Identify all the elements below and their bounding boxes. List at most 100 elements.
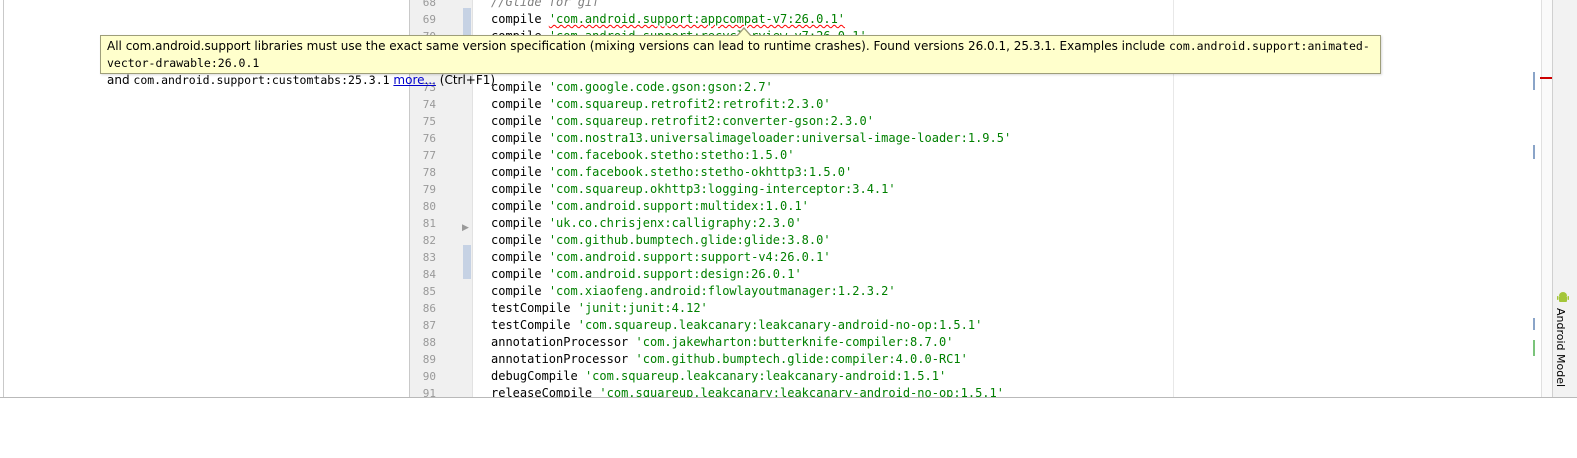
code-line[interactable]: releaseCompile 'com.squareup.leakcanary:… <box>491 385 1540 397</box>
code-keyword: testCompile <box>491 318 571 332</box>
scroll-marker[interactable] <box>1533 72 1535 90</box>
code-keyword: compile <box>491 165 542 179</box>
code-keyword: annotationProcessor <box>491 352 629 366</box>
code-line[interactable]: annotationProcessor 'com.github.bumptech… <box>491 351 1540 368</box>
code-string: 'com.squareup.retrofit2:retrofit:2.3.0' <box>548 97 831 111</box>
code-keyword: compile <box>491 97 542 111</box>
scroll-marker[interactable] <box>1533 145 1535 159</box>
code-string: 'com.xiaofeng.android:flowlayoutmanager:… <box>548 284 896 298</box>
code-string: 'com.squareup.leakcanary:leakcanary-andr… <box>584 369 947 383</box>
code-line[interactable]: compile 'com.facebook.stetho:stetho-okht… <box>491 164 1540 181</box>
line-number: 69 <box>422 13 436 26</box>
code-keyword: compile <box>491 148 542 162</box>
code-comment: //Glide for gif <box>491 0 600 9</box>
vcs-change-marker[interactable] <box>463 245 471 279</box>
code-keyword: compile <box>491 80 542 94</box>
code-string: 'com.squareup.leakcanary:leakcanary-andr… <box>577 318 983 332</box>
code-line[interactable]: compile 'com.squareup.okhttp3:logging-in… <box>491 181 1540 198</box>
code-string: 'junit:junit:4.12' <box>577 301 708 315</box>
code-keyword: compile <box>491 12 542 26</box>
code-keyword: compile <box>491 182 542 196</box>
code-line[interactable]: compile 'com.xiaofeng.android:flowlayout… <box>491 283 1540 300</box>
code-string: 'com.squareup.okhttp3:logging-intercepto… <box>548 182 896 196</box>
code-line[interactable]: //Glide for gif <box>491 0 1540 11</box>
code-line[interactable]: compile 'com.facebook.stetho:stetho:1.5.… <box>491 147 1540 164</box>
code-line[interactable]: compile 'com.nostra13.universalimageload… <box>491 130 1540 147</box>
line-number: 74 <box>422 98 436 111</box>
code-keyword: annotationProcessor <box>491 335 629 349</box>
code-string: 'com.android.support:support-v4:26.0.1' <box>548 250 831 264</box>
code-string: 'com.github.bumptech.glide:glide:3.8.0' <box>548 233 831 247</box>
android-icon <box>1557 292 1569 302</box>
android-model-label: Android Model <box>1554 308 1567 388</box>
code-string: 'com.android.support:multidex:1.0.1' <box>548 199 809 213</box>
line-number: 85 <box>422 285 436 298</box>
shortcut-hint: (Ctrl+F1) <box>439 73 496 87</box>
editor-scrollbar[interactable] <box>1541 0 1552 397</box>
line-number: 86 <box>422 302 436 315</box>
code-keyword: compile <box>491 216 542 230</box>
code-line[interactable]: testCompile 'com.squareup.leakcanary:lea… <box>491 317 1540 334</box>
code-string: 'com.squareup.leakcanary:leakcanary-andr… <box>599 386 1004 397</box>
code-string: 'com.github.bumptech.glide:compiler:4.0.… <box>635 352 968 366</box>
tooltip-code-example: com.android.support:customtabs:25.3.1 <box>133 73 390 87</box>
code-line[interactable]: compile 'com.github.bumptech.glide:glide… <box>491 232 1540 249</box>
scroll-marker[interactable] <box>1533 340 1535 356</box>
code-keyword: compile <box>491 284 542 298</box>
line-number: 82 <box>422 234 436 247</box>
code-keyword: compile <box>491 131 542 145</box>
code-line[interactable]: compile 'com.android.support:multidex:1.… <box>491 198 1540 215</box>
line-number: 83 <box>422 251 436 264</box>
code-string: 'com.squareup.retrofit2:converter-gson:2… <box>548 114 874 128</box>
more-link[interactable]: more... <box>393 73 436 87</box>
line-number: 87 <box>422 319 436 332</box>
code-line[interactable]: compile 'uk.co.chrisjenx:calligraphy:2.3… <box>491 215 1540 232</box>
code-keyword: releaseCompile <box>491 386 593 397</box>
fold-arrow-icon[interactable]: ▶ <box>462 220 469 237</box>
code-keyword: compile <box>491 233 542 247</box>
tooltip-text: All com.android.support libraries must u… <box>107 39 1169 53</box>
code-string: 'com.facebook.stetho:stetho-okhttp3:1.5.… <box>548 165 853 179</box>
tooltip-text: and <box>107 73 134 87</box>
line-number: 77 <box>422 149 436 162</box>
line-number: 89 <box>422 353 436 366</box>
code-string: 'com.jakewharton:butterknife-compiler:8.… <box>635 335 954 349</box>
code-line[interactable]: testCompile 'junit:junit:4.12' <box>491 300 1540 317</box>
panel-divider <box>3 0 4 397</box>
line-number: 79 <box>422 183 436 196</box>
code-line[interactable]: compile 'com.squareup.retrofit2:retrofit… <box>491 96 1540 113</box>
line-number: 90 <box>422 370 436 383</box>
scroll-marker[interactable] <box>1533 318 1535 330</box>
code-line[interactable]: debugCompile 'com.squareup.leakcanary:le… <box>491 368 1540 385</box>
line-number: 80 <box>422 200 436 213</box>
code-keyword: compile <box>491 199 542 213</box>
line-number: 84 <box>422 268 436 281</box>
android-model-tab[interactable]: Android Model <box>1552 290 1576 390</box>
code-line[interactable]: compile 'com.android.support:design:26.0… <box>491 266 1540 283</box>
line-number: 81 <box>422 217 436 230</box>
vcs-change-marker[interactable] <box>463 8 471 36</box>
line-number: 76 <box>422 132 436 145</box>
code-line[interactable]: compile 'com.google.code.gson:gson:2.7' <box>491 79 1540 96</box>
code-keyword: compile <box>491 267 542 281</box>
line-number: 75 <box>422 115 436 128</box>
code-keyword: compile <box>491 250 542 264</box>
line-number: 68 <box>422 0 436 9</box>
code-string: 'com.android.support:design:26.0.1' <box>548 267 802 281</box>
code-string: 'com.facebook.stetho:stetho:1.5.0' <box>548 148 795 162</box>
code-string: 'uk.co.chrisjenx:calligraphy:2.3.0' <box>548 216 802 230</box>
code-line[interactable]: compile 'com.squareup.retrofit2:converte… <box>491 113 1540 130</box>
error-stripe-marker[interactable] <box>1540 77 1552 79</box>
code-string: 'com.google.code.gson:gson:2.7' <box>548 80 773 94</box>
code-keyword: compile <box>491 114 542 128</box>
bottom-panel <box>0 397 1577 458</box>
code-keyword: debugCompile <box>491 369 578 383</box>
line-number: 88 <box>422 336 436 349</box>
code-string: 'com.nostra13.universalimageloader:unive… <box>548 131 1012 145</box>
lint-warning-tooltip: All com.android.support libraries must u… <box>100 35 1381 87</box>
code-line[interactable]: annotationProcessor 'com.jakewharton:but… <box>491 334 1540 351</box>
line-number: 78 <box>422 166 436 179</box>
code-line[interactable]: compile 'com.android.support:support-v4:… <box>491 249 1540 266</box>
code-line[interactable]: compile 'com.android.support:appcompat-v… <box>491 11 1540 28</box>
code-keyword: testCompile <box>491 301 571 315</box>
